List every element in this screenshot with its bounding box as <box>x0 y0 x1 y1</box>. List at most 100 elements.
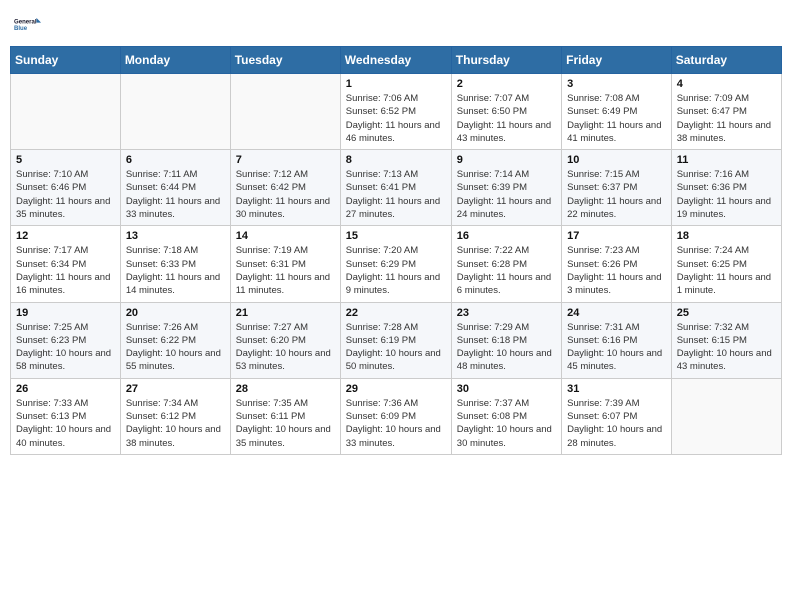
day-info: Sunrise: 7:27 AM Sunset: 6:20 PM Dayligh… <box>236 321 335 374</box>
day-info: Sunrise: 7:25 AM Sunset: 6:23 PM Dayligh… <box>16 321 115 374</box>
day-info: Sunrise: 7:10 AM Sunset: 6:46 PM Dayligh… <box>16 168 115 221</box>
calendar-cell: 24 Sunrise: 7:31 AM Sunset: 6:16 PM Dayli… <box>562 302 672 378</box>
day-number: 13 <box>126 230 225 242</box>
day-number: 17 <box>567 230 666 242</box>
header-day-thursday: Thursday <box>451 47 561 74</box>
calendar-cell: 17Sunrise: 7:23 AM Sunset: 6:26 PM Dayli… <box>562 226 672 302</box>
day-info: Sunrise: 7:15 AM Sunset: 6:37 PM Dayligh… <box>567 168 666 221</box>
day-info: Sunrise: 7:18 AM Sunset: 6:33 PM Dayligh… <box>126 244 225 297</box>
day-info: Sunrise: 7:24 AM Sunset: 6:25 PM Dayligh… <box>677 244 776 297</box>
calendar-cell: 20 Sunrise: 7:26 AM Sunset: 6:22 PM Dayli… <box>120 302 230 378</box>
day-info: Sunrise: 7:13 AM Sunset: 6:41 PM Dayligh… <box>346 168 446 221</box>
calendar-cell: 15Sunrise: 7:20 AM Sunset: 6:29 PM Dayli… <box>340 226 451 302</box>
day-info: Sunrise: 7:09 AM Sunset: 6:47 PM Dayligh… <box>677 92 776 145</box>
day-info: Sunrise: 7:29 AM Sunset: 6:18 PM Dayligh… <box>457 321 556 374</box>
day-info: Sunrise: 7:16 AM Sunset: 6:36 PM Dayligh… <box>677 168 776 221</box>
day-info: Sunrise: 7:28 AM Sunset: 6:19 PM Dayligh… <box>346 321 446 374</box>
calendar-cell: 18 Sunrise: 7:24 AM Sunset: 6:25 PM Dayli… <box>671 226 781 302</box>
day-number: 23 <box>457 307 556 319</box>
day-info: Sunrise: 7:36 AM Sunset: 6:09 PM Dayligh… <box>346 397 446 450</box>
calendar-cell: 4 Sunrise: 7:09 AM Sunset: 6:47 PM Daylig… <box>671 74 781 150</box>
calendar-cell <box>120 74 230 150</box>
week-row-3: 19 Sunrise: 7:25 AM Sunset: 6:23 PM Dayli… <box>11 302 782 378</box>
day-number: 22 <box>346 307 446 319</box>
day-info: Sunrise: 7:08 AM Sunset: 6:49 PM Dayligh… <box>567 92 666 145</box>
calendar-cell: 14 Sunrise: 7:19 AM Sunset: 6:31 PM Dayli… <box>230 226 340 302</box>
day-number: 18 <box>677 230 776 242</box>
calendar-cell: 19 Sunrise: 7:25 AM Sunset: 6:23 PM Dayli… <box>11 302 121 378</box>
calendar-cell: 9 Sunrise: 7:14 AM Sunset: 6:39 PM Daylig… <box>451 150 561 226</box>
day-info: Sunrise: 7:34 AM Sunset: 6:12 PM Dayligh… <box>126 397 225 450</box>
day-number: 4 <box>677 78 776 90</box>
calendar-cell: 6Sunrise: 7:11 AM Sunset: 6:44 PM Daylig… <box>120 150 230 226</box>
day-number: 16 <box>457 230 556 242</box>
calendar-cell: 25 Sunrise: 7:32 AM Sunset: 6:15 PM Dayli… <box>671 302 781 378</box>
day-info: Sunrise: 7:33 AM Sunset: 6:13 PM Dayligh… <box>16 397 115 450</box>
day-number: 7 <box>236 154 335 166</box>
calendar-cell: 22 Sunrise: 7:28 AM Sunset: 6:19 PM Dayli… <box>340 302 451 378</box>
calendar-cell: 29 Sunrise: 7:36 AM Sunset: 6:09 PM Dayli… <box>340 378 451 454</box>
logo-icon: GeneralBlue <box>14 10 42 38</box>
calendar-cell <box>671 378 781 454</box>
day-info: Sunrise: 7:32 AM Sunset: 6:15 PM Dayligh… <box>677 321 776 374</box>
header-day-tuesday: Tuesday <box>230 47 340 74</box>
day-number: 31 <box>567 383 666 395</box>
day-info: Sunrise: 7:22 AM Sunset: 6:28 PM Dayligh… <box>457 244 556 297</box>
day-number: 14 <box>236 230 335 242</box>
day-info: Sunrise: 7:17 AM Sunset: 6:34 PM Dayligh… <box>16 244 115 297</box>
calendar-cell: 23 Sunrise: 7:29 AM Sunset: 6:18 PM Dayli… <box>451 302 561 378</box>
day-info: Sunrise: 7:12 AM Sunset: 6:42 PM Dayligh… <box>236 168 335 221</box>
calendar-cell: 8 Sunrise: 7:13 AM Sunset: 6:41 PM Daylig… <box>340 150 451 226</box>
day-number: 9 <box>457 154 556 166</box>
header-day-monday: Monday <box>120 47 230 74</box>
calendar-cell: 3Sunrise: 7:08 AM Sunset: 6:49 PM Daylig… <box>562 74 672 150</box>
calendar-cell: 7 Sunrise: 7:12 AM Sunset: 6:42 PM Daylig… <box>230 150 340 226</box>
day-number: 15 <box>346 230 446 242</box>
calendar-body: 1Sunrise: 7:06 AM Sunset: 6:52 PM Daylig… <box>11 74 782 455</box>
day-number: 30 <box>457 383 556 395</box>
calendar-cell: 27 Sunrise: 7:34 AM Sunset: 6:12 PM Dayli… <box>120 378 230 454</box>
day-number: 5 <box>16 154 115 166</box>
calendar-cell: 16 Sunrise: 7:22 AM Sunset: 6:28 PM Dayli… <box>451 226 561 302</box>
day-number: 27 <box>126 383 225 395</box>
header-day-wednesday: Wednesday <box>340 47 451 74</box>
day-number: 28 <box>236 383 335 395</box>
calendar-cell: 30Sunrise: 7:37 AM Sunset: 6:08 PM Dayli… <box>451 378 561 454</box>
calendar-cell: 11Sunrise: 7:16 AM Sunset: 6:36 PM Dayli… <box>671 150 781 226</box>
calendar-table: SundayMondayTuesdayWednesdayThursdayFrid… <box>10 46 782 455</box>
page-header: GeneralBlue <box>10 10 782 38</box>
calendar-cell: 2 Sunrise: 7:07 AM Sunset: 6:50 PM Daylig… <box>451 74 561 150</box>
calendar-cell: 26 Sunrise: 7:33 AM Sunset: 6:13 PM Dayli… <box>11 378 121 454</box>
day-number: 10 <box>567 154 666 166</box>
logo: GeneralBlue <box>14 10 46 38</box>
day-number: 20 <box>126 307 225 319</box>
day-info: Sunrise: 7:06 AM Sunset: 6:52 PM Dayligh… <box>346 92 446 145</box>
day-info: Sunrise: 7:31 AM Sunset: 6:16 PM Dayligh… <box>567 321 666 374</box>
header-day-saturday: Saturday <box>671 47 781 74</box>
week-row-0: 1Sunrise: 7:06 AM Sunset: 6:52 PM Daylig… <box>11 74 782 150</box>
day-info: Sunrise: 7:07 AM Sunset: 6:50 PM Dayligh… <box>457 92 556 145</box>
header-day-sunday: Sunday <box>11 47 121 74</box>
day-info: Sunrise: 7:35 AM Sunset: 6:11 PM Dayligh… <box>236 397 335 450</box>
day-number: 29 <box>346 383 446 395</box>
week-row-1: 5 Sunrise: 7:10 AM Sunset: 6:46 PM Daylig… <box>11 150 782 226</box>
day-info: Sunrise: 7:19 AM Sunset: 6:31 PM Dayligh… <box>236 244 335 297</box>
day-number: 24 <box>567 307 666 319</box>
day-info: Sunrise: 7:26 AM Sunset: 6:22 PM Dayligh… <box>126 321 225 374</box>
day-info: Sunrise: 7:14 AM Sunset: 6:39 PM Dayligh… <box>457 168 556 221</box>
calendar-cell: 28 Sunrise: 7:35 AM Sunset: 6:11 PM Dayli… <box>230 378 340 454</box>
calendar-cell: 10 Sunrise: 7:15 AM Sunset: 6:37 PM Dayli… <box>562 150 672 226</box>
calendar-cell: 13 Sunrise: 7:18 AM Sunset: 6:33 PM Dayli… <box>120 226 230 302</box>
day-number: 19 <box>16 307 115 319</box>
day-number: 26 <box>16 383 115 395</box>
svg-text:General: General <box>14 20 37 26</box>
header-day-friday: Friday <box>562 47 672 74</box>
day-number: 25 <box>677 307 776 319</box>
day-number: 6 <box>126 154 225 166</box>
calendar-header-row: SundayMondayTuesdayWednesdayThursdayFrid… <box>11 47 782 74</box>
day-number: 2 <box>457 78 556 90</box>
day-number: 8 <box>346 154 446 166</box>
calendar-cell: 5 Sunrise: 7:10 AM Sunset: 6:46 PM Daylig… <box>11 150 121 226</box>
week-row-2: 12Sunrise: 7:17 AM Sunset: 6:34 PM Dayli… <box>11 226 782 302</box>
week-row-4: 26 Sunrise: 7:33 AM Sunset: 6:13 PM Dayli… <box>11 378 782 454</box>
